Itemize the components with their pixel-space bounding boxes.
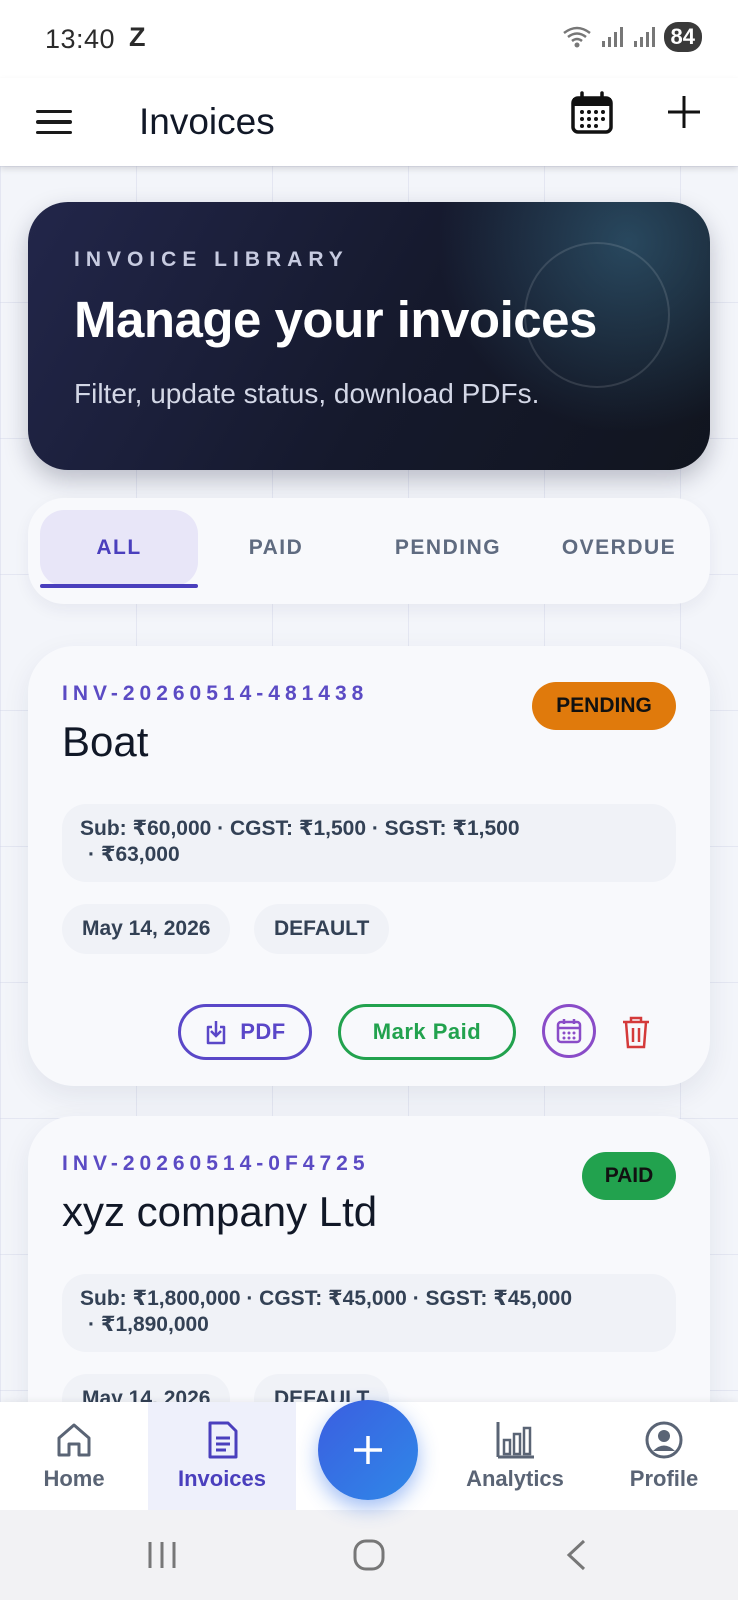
summary-total: · ₹1,890,000 — [88, 1313, 209, 1336]
hero-eyebrow: INVOICE LIBRARY — [74, 248, 349, 271]
bar-chart-icon — [496, 1422, 534, 1459]
invoice-amount-summary: Sub: ₹1,800,000 · CGST: ₹45,000 · SGST: … — [62, 1274, 676, 1352]
status-badge: PENDING — [532, 682, 676, 730]
summary-line: Sub: ₹1,800,000 · CGST: ₹45,000 · SGST: … — [80, 1287, 573, 1310]
mark-paid-button[interactable]: Mark Paid — [338, 1004, 516, 1060]
invoice-date-chip: May 14, 2026 — [62, 1374, 231, 1402]
schedule-button[interactable] — [542, 1004, 596, 1058]
hero-banner: INVOICE LIBRARY Manage your invoices Fil… — [28, 202, 710, 470]
nav-profile-label: Profile — [629, 1466, 699, 1491]
status-filter-tabs: ALL PAID PENDING OVERDUE — [28, 498, 710, 604]
battery-indicator: 84 — [663, 22, 702, 52]
invoice-template-chip: DEFAULT — [254, 1374, 390, 1402]
nav-invoices[interactable]: Invoices — [148, 1402, 296, 1510]
active-tab-indicator — [40, 584, 198, 588]
invoice-card[interactable]: INV-20260514-0F4725 xyz company Ltd PAID… — [28, 1116, 710, 1402]
nav-home[interactable]: Home — [0, 1402, 148, 1510]
system-navigation-bar — [0, 1510, 738, 1600]
back-icon[interactable] — [564, 1538, 588, 1572]
tab-all[interactable]: ALL — [40, 510, 198, 586]
invoice-client-name: xyz company Ltd — [62, 1188, 378, 1235]
status-icons: 84 — [562, 22, 702, 52]
hero-title: Manage your invoices — [74, 291, 597, 348]
create-invoice-button[interactable] — [318, 1400, 418, 1500]
summary-line: Sub: ₹60,000 · CGST: ₹1,500 · SGST: ₹1,5… — [80, 817, 520, 840]
invoice-number: INV-20260514-481438 — [62, 682, 369, 705]
profile-icon — [645, 1421, 683, 1459]
download-icon — [207, 1021, 226, 1045]
invoice-amount-summary: Sub: ₹60,000 · CGST: ₹1,500 · SGST: ₹1,5… — [62, 804, 676, 882]
invoice-number: INV-20260514-0F4725 — [62, 1152, 370, 1175]
signal-icon — [601, 27, 623, 47]
content-area[interactable]: INVOICE LIBRARY Manage your invoices Fil… — [0, 166, 738, 1402]
status-time: 13:40 — [45, 24, 116, 54]
tab-pending[interactable]: PENDING — [358, 510, 538, 586]
pdf-button-label: PDF — [240, 1019, 286, 1044]
nav-analytics-label: Analytics — [466, 1466, 564, 1491]
delete-icon[interactable] — [620, 1014, 652, 1050]
hamburger-menu-icon[interactable] — [36, 100, 72, 144]
nav-analytics[interactable]: Analytics — [440, 1402, 590, 1510]
summary-total: · ₹63,000 — [88, 843, 180, 866]
wifi-icon — [562, 26, 591, 48]
invoices-screen: 13:40 Z 84 Invoices INVOICE LIBRARY Mana… — [0, 0, 738, 1600]
hero-subtitle: Filter, update status, download PDFs. — [74, 378, 540, 409]
page-title: Invoices — [139, 101, 275, 142]
status-bar: 13:40 Z 84 — [0, 0, 738, 78]
invoice-card[interactable]: INV-20260514-481438 Boat PENDING Sub: ₹6… — [28, 646, 710, 1086]
plus-icon[interactable] — [664, 92, 704, 132]
invoice-date-chip: May 14, 2026 — [62, 904, 231, 954]
document-icon — [208, 1421, 238, 1459]
nav-profile[interactable]: Profile — [590, 1402, 738, 1510]
plus-icon — [354, 1436, 382, 1464]
nav-invoices-label: Invoices — [177, 1466, 267, 1491]
tab-paid[interactable]: PAID — [206, 510, 346, 586]
app-bar: Invoices — [0, 78, 738, 166]
tab-overdue[interactable]: OVERDUE — [538, 510, 700, 586]
invoice-client-name: Boat — [62, 718, 149, 765]
calendar-icon — [556, 1019, 582, 1044]
download-pdf-button[interactable]: PDF — [178, 1004, 312, 1060]
nav-home-label: Home — [43, 1466, 105, 1491]
calendar-icon[interactable] — [568, 90, 616, 138]
signal-icon-2 — [633, 27, 655, 47]
recent-apps-icon[interactable] — [146, 1540, 178, 1570]
home-icon — [57, 1423, 91, 1457]
status-badge: PAID — [582, 1152, 676, 1200]
status-indicator: Z — [129, 22, 146, 52]
invoice-template-chip: DEFAULT — [254, 904, 390, 954]
home-button-icon[interactable] — [352, 1538, 386, 1572]
